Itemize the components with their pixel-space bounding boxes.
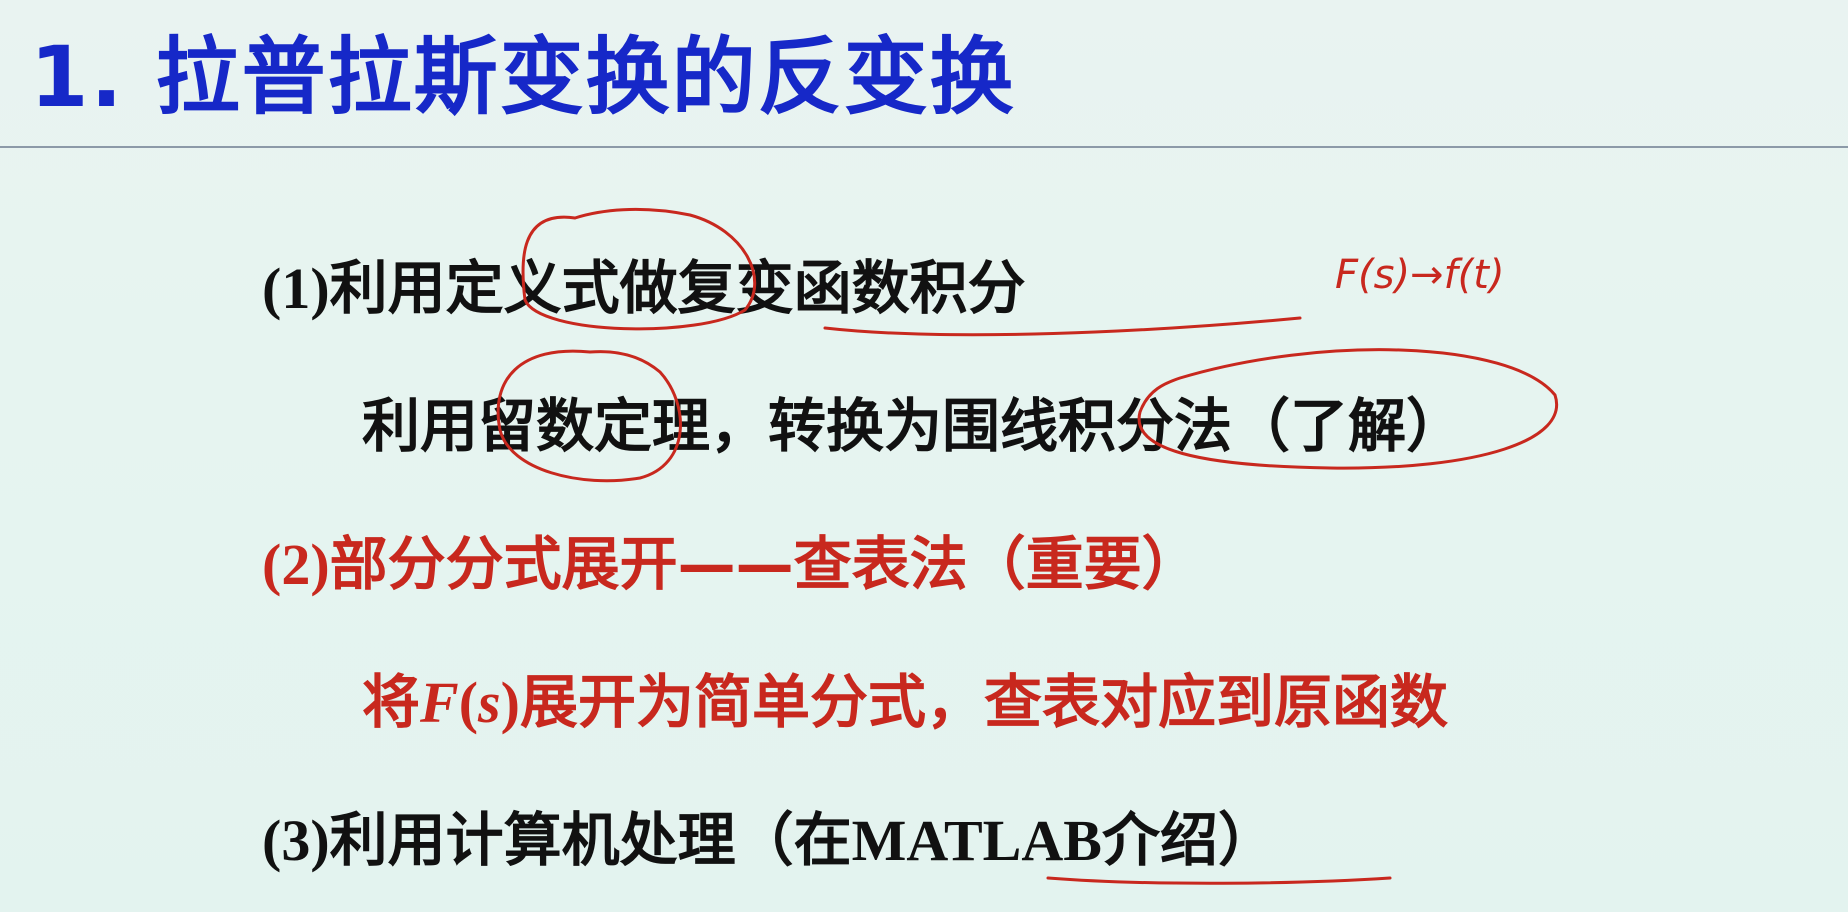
item-2-subline-math-F: F — [420, 670, 459, 735]
item-1-subline: 利用留数定理，转换为围线积分法（了解） — [362, 386, 1464, 466]
item-3-text-after: 介绍） — [1101, 806, 1276, 874]
item-2-subline-text: 展开为简单分式，查表对应到原函数 — [519, 668, 1448, 736]
handwritten-note: F(s)→f(t) — [1335, 252, 1505, 298]
item-2: (2)部分分式展开——查表法（重要） — [262, 524, 1200, 605]
item-2-subline-prefix: 将 — [362, 668, 421, 736]
title-divider — [0, 146, 1848, 148]
item-2-number: (2) — [262, 532, 330, 597]
item-1-number: (1) — [262, 256, 330, 321]
item-3-matlab: MATLAB — [851, 808, 1102, 873]
item-3-text-before: 利用计算机处理（在 — [329, 806, 852, 874]
item-3-number: (3) — [262, 808, 330, 873]
item-2-subline-paren-open: ( — [458, 670, 479, 735]
item-1: (1)利用定义式做复变函数积分 — [262, 248, 1026, 329]
item-2-text: 部分分式展开——查表法（重要） — [329, 530, 1200, 598]
item-2-subline-math-s: s — [478, 670, 501, 735]
item-2-subline-paren-close: ) — [500, 670, 520, 735]
item-3: (3)利用计算机处理（在MATLAB介绍） — [262, 800, 1276, 881]
item-2-subline: 将F(s)展开为简单分式，查表对应到原函数 — [362, 662, 1448, 743]
item-1-subline-text: 利用留数定理，转换为围线积分法（了解） — [362, 392, 1465, 460]
item-1-text: 利用定义式做复变函数积分 — [329, 254, 1026, 322]
slide-title: 1. 拉普拉斯变换的反变换 — [30, 28, 1016, 126]
